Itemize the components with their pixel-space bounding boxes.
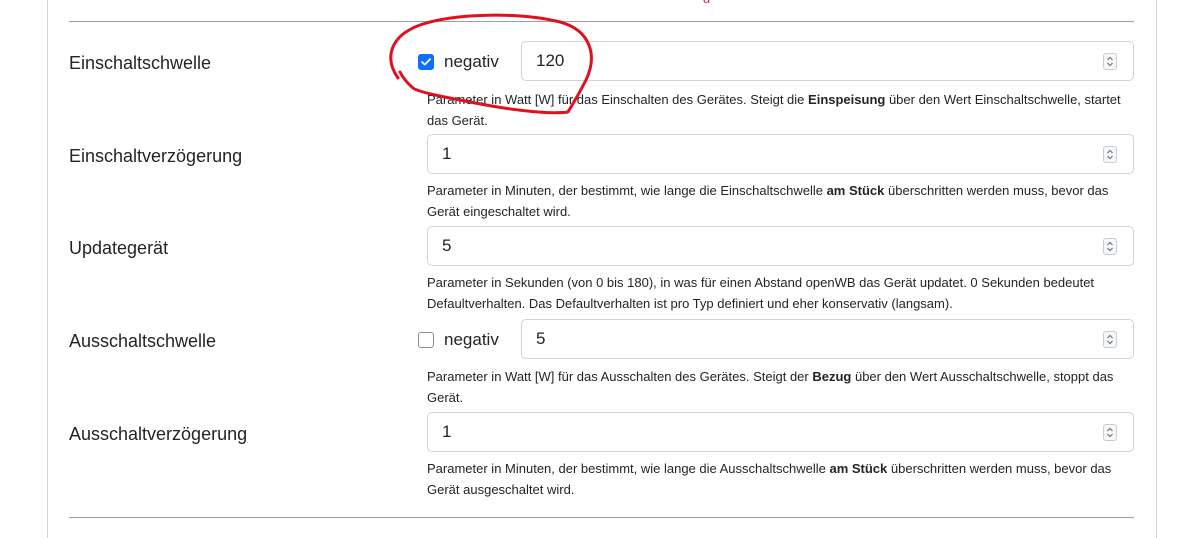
divider-top <box>69 21 1134 22</box>
negativ-checkbox-einschaltschwelle[interactable] <box>418 54 434 70</box>
negativ-label: negativ <box>444 330 499 349</box>
up-down-chevron-icon[interactable] <box>1103 423 1117 441</box>
help-ausschaltschwelle: Parameter in Watt [W] für das Ausschalte… <box>427 369 1114 405</box>
label-updategeraet: Updategerät <box>69 238 169 258</box>
negativ-toggle-ausschaltschwelle[interactable]: negativ <box>418 320 499 360</box>
up-down-chevron-icon[interactable] <box>1103 330 1117 348</box>
help-einschaltverzoegerung: Parameter in Minuten, der bestimmt, wie … <box>427 183 1109 219</box>
negativ-label: negativ <box>444 52 499 71</box>
help-updategeraet: Parameter in Sekunden (von 0 bis 180), i… <box>427 275 1095 311</box>
einschaltverzoegerung-value: 1 <box>442 144 452 163</box>
up-down-chevron-icon[interactable] <box>1103 52 1117 70</box>
updategeraet-value: 5 <box>442 236 452 255</box>
ausschaltverzoegerung-value: 1 <box>442 422 452 441</box>
top-cutoff-text: g <box>703 0 713 3</box>
divider-bottom <box>69 517 1134 518</box>
negativ-checkbox-ausschaltschwelle[interactable] <box>418 332 434 348</box>
label-einschaltverzoegerung: Einschaltverzögerung <box>69 146 243 166</box>
einschaltverzoegerung-input[interactable]: 1 <box>427 134 1134 174</box>
label-ausschaltverzoegerung: Ausschaltverzögerung <box>69 424 248 444</box>
label-einschaltschwelle: Einschaltschwelle <box>69 53 212 73</box>
label-ausschaltschwelle: Ausschaltschwelle <box>69 331 217 351</box>
up-down-chevron-icon[interactable] <box>1103 237 1117 255</box>
help-einschaltschwelle: Parameter in Watt [W] für das Einschalte… <box>427 92 1121 128</box>
einschaltschwelle-value: 120 <box>536 51 565 70</box>
ausschaltschwelle-input[interactable]: 5 <box>521 319 1134 359</box>
negativ-toggle-einschaltschwelle[interactable]: negativ <box>418 42 499 82</box>
ausschaltschwelle-value: 5 <box>536 329 546 348</box>
einschaltschwelle-input[interactable]: 120 <box>521 41 1134 81</box>
up-down-chevron-icon[interactable] <box>1103 145 1117 163</box>
updategeraet-input[interactable]: 5 <box>427 226 1134 266</box>
help-ausschaltverzoegerung: Parameter in Minuten, der bestimmt, wie … <box>427 461 1112 497</box>
checkmark-icon <box>421 58 431 66</box>
ausschaltverzoegerung-input[interactable]: 1 <box>427 412 1134 452</box>
